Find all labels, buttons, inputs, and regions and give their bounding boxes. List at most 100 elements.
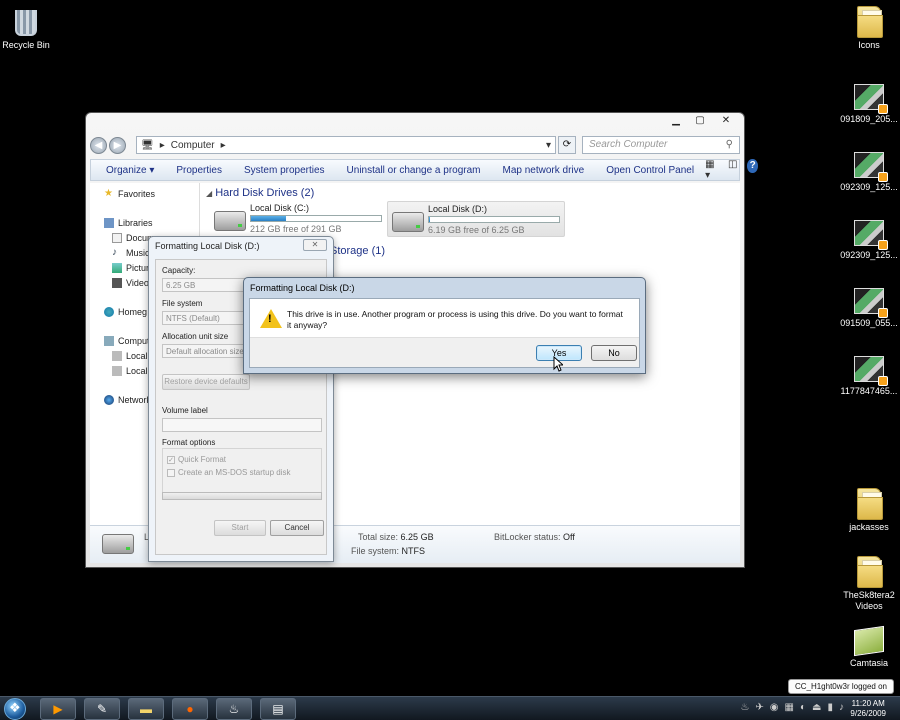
- desktop-icon-label: Icons: [858, 40, 880, 50]
- volume-icon[interactable]: ♪: [839, 702, 844, 713]
- nav-libraries[interactable]: Libraries: [104, 218, 153, 228]
- forward-button[interactable]: ▶: [109, 136, 126, 154]
- videos-icon: [112, 278, 122, 288]
- taskbar-steam[interactable]: ♨: [216, 698, 252, 720]
- address-field[interactable]: 🖥 ▸ Computer ▸ ▾: [136, 136, 556, 154]
- video-thumbnail-icon: [854, 220, 888, 250]
- cancel-button[interactable]: Cancel: [270, 520, 324, 536]
- nav-pictures[interactable]: Pictur: [112, 263, 149, 273]
- breadcrumb-computer[interactable]: Computer: [171, 140, 215, 151]
- quick-format-checkbox[interactable]: ✓ Quick Format: [167, 455, 226, 464]
- drive-name: Local Disk (C:): [250, 203, 310, 213]
- homegroup-icon: [104, 307, 114, 317]
- start-button[interactable]: [4, 698, 26, 720]
- drive-name: Local Disk (D:): [428, 204, 488, 214]
- desktop-icon-video[interactable]: 091809_205...: [837, 80, 900, 125]
- group-header-removable-storage[interactable]: Storage (1): [330, 245, 385, 257]
- restore-defaults-button[interactable]: Restore device defaults: [162, 374, 250, 390]
- tray-icon[interactable]: ◐: [800, 702, 806, 713]
- drive-usage-bar: [428, 216, 560, 223]
- network-icon[interactable]: ▮: [827, 702, 833, 713]
- video-thumbnail-icon: [854, 356, 888, 386]
- file-system-label: File system: [162, 299, 203, 308]
- desktop-icon-label: Camtasia: [849, 658, 888, 668]
- organize-button[interactable]: Organize ▾: [95, 165, 165, 176]
- mouse-cursor-icon: [553, 356, 563, 372]
- nav-local-disk-c[interactable]: Local: [112, 351, 148, 361]
- firefox-icon: ●: [186, 702, 194, 716]
- drive-item-d[interactable]: Local Disk (D:) 6.19 GB free of 6.25 GB: [387, 201, 565, 237]
- search-input[interactable]: Search Computer ⚲: [582, 136, 740, 154]
- library-icon: [104, 218, 114, 228]
- nav-local-disk-d[interactable]: Local: [112, 366, 148, 376]
- system-properties-button[interactable]: System properties: [233, 165, 336, 176]
- nav-computer[interactable]: Comput: [104, 336, 150, 346]
- taskbar-app[interactable]: ✎: [84, 698, 120, 720]
- documents-icon: [112, 233, 122, 243]
- preview-pane-icon[interactable]: ◫: [728, 159, 737, 181]
- group-header-hard-disk-drives[interactable]: ◢ Hard Disk Drives (2): [206, 187, 314, 199]
- desktop-icon-folder[interactable]: TheSk8tera2 Videos: [837, 556, 900, 612]
- tray-icon[interactable]: ▦: [785, 702, 794, 713]
- safely-remove-icon[interactable]: ⏏: [812, 702, 821, 713]
- close-icon[interactable]: ✕: [303, 239, 327, 251]
- notification-tooltip: CC_H1ght0w3r logged on: [787, 679, 894, 694]
- taskbar-explorer[interactable]: ▬: [128, 698, 164, 720]
- steam-tray-icon[interactable]: ♨: [740, 702, 749, 713]
- chevron-down-icon[interactable]: ▾: [546, 140, 551, 151]
- refresh-button[interactable]: ⟳: [558, 136, 576, 154]
- volume-label-input[interactable]: [162, 418, 322, 432]
- drive-item-c[interactable]: Local Disk (C:) 212 GB free of 291 GB: [210, 201, 386, 237]
- drive-usage-bar: [250, 215, 382, 222]
- clock[interactable]: 11:20 AM 9/26/2009: [850, 699, 886, 719]
- nav-favorites[interactable]: ★ Favorites: [104, 189, 155, 200]
- desktop-icon-label: 091509_055...: [840, 318, 898, 328]
- dialog-title-bar[interactable]: Formatting Local Disk (D:) ✕: [149, 237, 333, 257]
- chevron-right-icon: ▸: [159, 139, 165, 151]
- details-bitlocker: BitLocker status: Off: [494, 532, 575, 542]
- maximize-icon[interactable]: ▢: [688, 114, 712, 128]
- close-icon[interactable]: ✕: [712, 114, 740, 128]
- folder-icon: [857, 488, 883, 520]
- nav-homegroup[interactable]: Homeg: [104, 307, 147, 317]
- uninstall-program-button[interactable]: Uninstall or change a program: [336, 165, 492, 176]
- desktop-icon-video[interactable]: 1177847465...: [837, 352, 900, 397]
- capacity-label: Capacity:: [162, 266, 196, 275]
- taskbar-notepad[interactable]: ▤: [260, 698, 296, 720]
- taskbar: ▶ ✎ ▬ ● ♨ ▤ ♨ ✈ ◉ ▦ ◐ ⏏ ▮ ♪ 11:20 AM 9/2…: [0, 696, 900, 720]
- desktop-icon-camtasia[interactable]: Camtasia: [837, 624, 900, 669]
- view-options-icon[interactable]: ▦ ▾: [705, 159, 718, 181]
- title-bar[interactable]: ▁ ▢ ✕: [86, 113, 744, 135]
- start-button[interactable]: Start: [214, 520, 266, 536]
- nav-network[interactable]: Network: [104, 395, 151, 405]
- search-placeholder: Search Computer: [589, 139, 668, 150]
- open-control-panel-button[interactable]: Open Control Panel: [595, 165, 705, 176]
- desktop-icon-recycle-bin[interactable]: Recycle Bin: [0, 6, 58, 51]
- nav-music[interactable]: ♪ Music: [112, 248, 150, 259]
- help-icon[interactable]: ?: [747, 159, 758, 173]
- dialog-body: ! This drive is in use. Another program …: [249, 298, 640, 368]
- desktop-icon-video[interactable]: 092309_125...: [837, 148, 900, 193]
- desktop-icon-label: 1177847465...: [840, 386, 898, 396]
- chevron-right-icon[interactable]: ▸: [221, 140, 226, 151]
- address-bar: ◀ ▶ 🖥 ▸ Computer ▸ ▾ ⟳ Search Computer ⚲: [90, 135, 740, 155]
- back-button[interactable]: ◀: [90, 136, 107, 154]
- desktop-icon-folder[interactable]: Icons: [837, 6, 900, 51]
- dialog-title[interactable]: Formatting Local Disk (D:): [244, 278, 645, 298]
- properties-button[interactable]: Properties: [165, 165, 233, 176]
- network-icon: [104, 395, 114, 405]
- taskbar-media-player[interactable]: ▶: [40, 698, 76, 720]
- desktop-icon-video[interactable]: 091509_055...: [837, 284, 900, 329]
- taskbar-firefox[interactable]: ●: [172, 698, 208, 720]
- collapse-icon: ◢: [206, 189, 213, 198]
- no-button[interactable]: No: [591, 345, 637, 361]
- desktop-icon-video[interactable]: 092309_125...: [837, 216, 900, 261]
- desktop-icon-folder[interactable]: jackasses: [837, 488, 900, 533]
- folder-icon: ▬: [140, 702, 152, 716]
- msdos-startup-checkbox[interactable]: Create an MS-DOS startup disk: [167, 468, 290, 477]
- map-network-drive-button[interactable]: Map network drive: [492, 165, 596, 176]
- tray-icon[interactable]: ✈: [755, 702, 763, 713]
- pictures-icon: [112, 263, 122, 273]
- tray-icon[interactable]: ◉: [770, 702, 779, 713]
- minimize-icon[interactable]: ▁: [664, 114, 688, 128]
